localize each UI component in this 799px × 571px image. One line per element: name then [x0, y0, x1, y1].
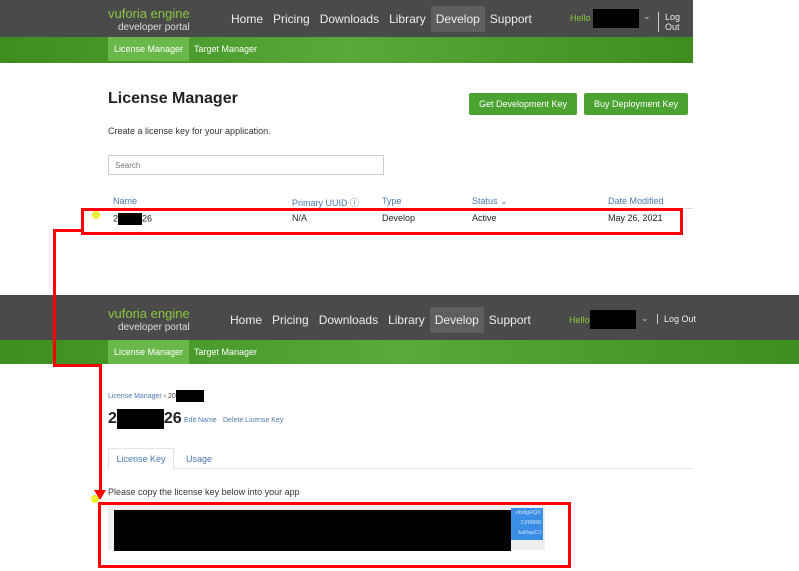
nav-develop[interactable]: Develop: [430, 6, 485, 32]
logout-link[interactable]: Log Out: [657, 314, 696, 324]
chevron-down-icon[interactable]: ⌄: [641, 313, 649, 324]
redacted-username: [593, 9, 639, 28]
nav-develop[interactable]: Develop: [429, 307, 484, 333]
nav-library[interactable]: Library: [384, 6, 431, 32]
col-status[interactable]: Status ⌄: [472, 196, 508, 207]
logo: vuforia engine developer portal: [108, 306, 190, 333]
annotation-connector: [53, 364, 102, 367]
annotation-box-key: [98, 502, 571, 568]
main-nav: Home Pricing Downloads Library Develop S…: [226, 6, 537, 32]
col-date[interactable]: Date Modified: [608, 196, 664, 206]
tab-usage[interactable]: Usage: [186, 454, 212, 464]
nav-pricing[interactable]: Pricing: [267, 307, 314, 333]
edit-name-link[interactable]: Edit Name: [184, 417, 217, 424]
redacted-username: [590, 310, 636, 329]
get-development-key-button[interactable]: Get Development Key: [469, 93, 578, 115]
tabs-divider: [108, 468, 693, 469]
subnav-license-manager[interactable]: License Manager: [108, 37, 190, 61]
breadcrumb-separator: ›: [163, 392, 166, 400]
license-title: 2 26: [108, 409, 182, 429]
page-subtitle: Create a license key for your applicatio…: [108, 126, 271, 136]
breadcrumb-current: 20: [167, 392, 176, 400]
delete-license-key-link[interactable]: Delete License Key: [223, 417, 283, 424]
annotation-box-row: [81, 208, 683, 235]
annotation-connector: [53, 229, 56, 367]
subnav-target-manager[interactable]: Target Manager: [188, 340, 263, 364]
col-type[interactable]: Type: [382, 196, 402, 206]
sub-nav: License Manager Target Manager: [0, 37, 693, 63]
sub-nav: License Manager Target Manager: [0, 340, 799, 364]
subnav-target-manager[interactable]: Target Manager: [188, 37, 263, 61]
nav-support[interactable]: Support: [484, 307, 536, 333]
tab-license-key[interactable]: License Key: [108, 448, 174, 470]
nav-home[interactable]: Home: [225, 307, 267, 333]
subnav-license-manager[interactable]: License Manager: [108, 340, 190, 364]
page-title: License Manager: [108, 90, 238, 107]
instruction-text: Please copy the license key below into y…: [108, 487, 300, 497]
chevron-down-icon[interactable]: ⌄: [643, 11, 651, 22]
annotation-connector: [99, 364, 102, 492]
license-list-screenshot: vuforia engine developer portal Home Pric…: [0, 0, 693, 233]
nav-home[interactable]: Home: [226, 6, 268, 32]
logo: vuforia engine developer portal: [108, 6, 190, 33]
nav-downloads[interactable]: Downloads: [314, 307, 383, 333]
nav-downloads[interactable]: Downloads: [315, 6, 384, 32]
top-header: vuforia engine developer portal Home Pric…: [0, 0, 693, 37]
arrow-head-icon: [94, 490, 106, 500]
nav-pricing[interactable]: Pricing: [268, 6, 315, 32]
breadcrumb-license-manager[interactable]: License Manager: [108, 393, 162, 400]
buy-deployment-key-button[interactable]: Buy Deployment Key: [584, 93, 689, 115]
logout-link[interactable]: Log Out: [658, 12, 693, 32]
nav-library[interactable]: Library: [383, 307, 430, 333]
search-input[interactable]: [108, 155, 384, 175]
top-header: vuforia engine developer portal Home Pric…: [0, 295, 799, 340]
col-name[interactable]: Name: [113, 196, 137, 206]
breadcrumb: License Manager › 20: [108, 390, 204, 402]
hello-label: Hello: [570, 13, 591, 23]
nav-support[interactable]: Support: [485, 6, 537, 32]
main-nav: Home Pricing Downloads Library Develop S…: [225, 307, 536, 333]
hello-label: Hello: [569, 315, 590, 325]
annotation-connector: [53, 229, 83, 232]
